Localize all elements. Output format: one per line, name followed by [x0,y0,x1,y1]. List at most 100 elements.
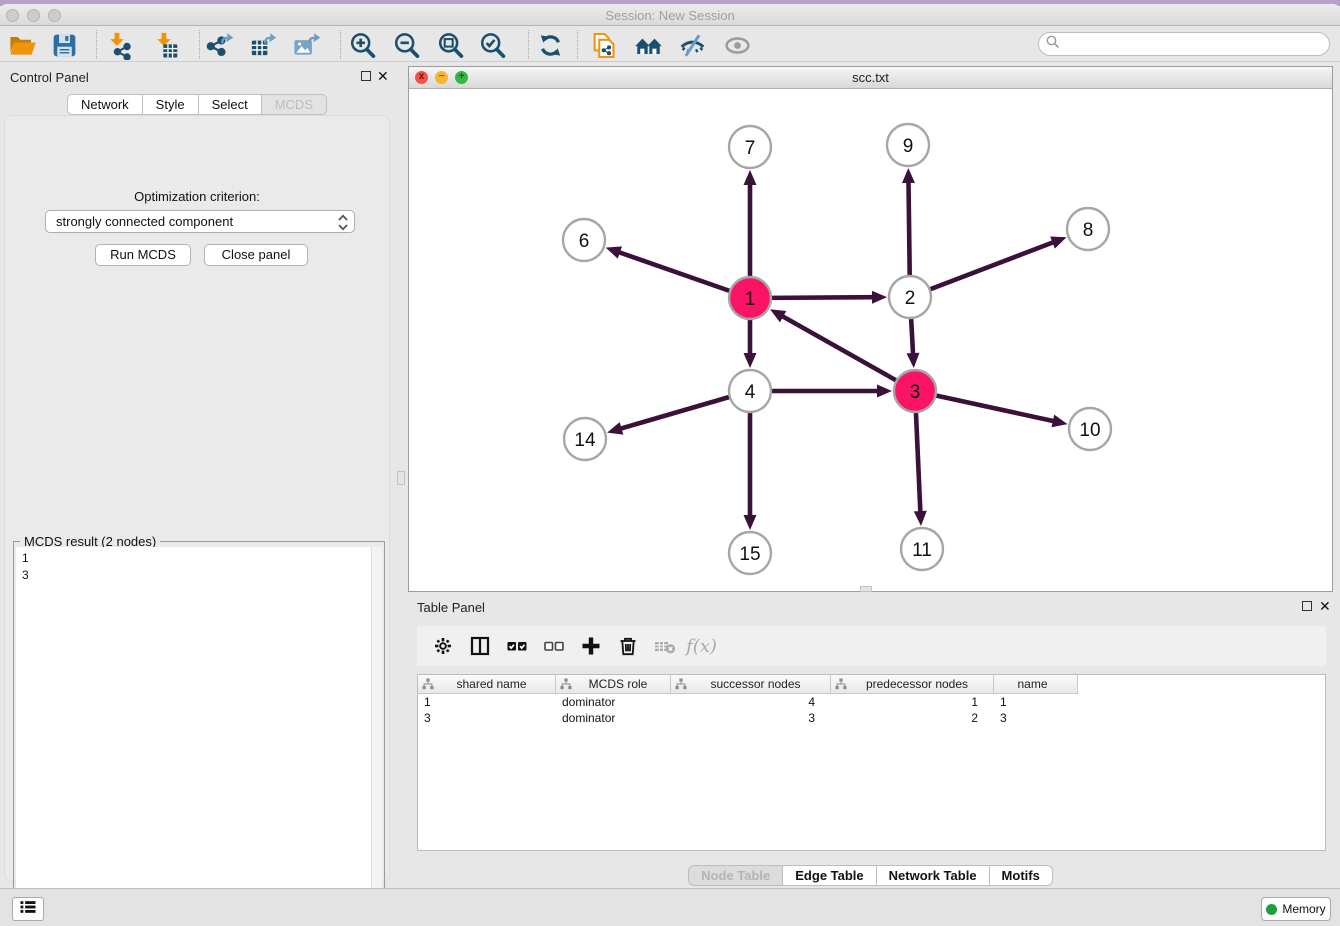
column-view-button[interactable] [461,630,498,662]
import-network-button[interactable] [101,29,137,61]
node-label-7: 7 [745,138,756,159]
show-all-button[interactable] [719,29,755,61]
close-panel-icon[interactable]: ✕ [377,68,389,85]
delete-table-button [646,630,683,662]
column-header-successor-nodes[interactable]: successor nodes [671,675,831,694]
float-table-panel-icon[interactable] [1302,601,1312,611]
zoom-selected-button[interactable] [474,29,510,61]
cell-MCDS-role[interactable]: dominator [556,694,671,710]
zoom-out-button[interactable] [388,29,424,61]
cell-predecessor-nodes[interactable]: 1 [831,694,994,710]
network-window-titlebar[interactable]: x − + scc.txt [409,67,1332,89]
tab-mcds[interactable]: MCDS [262,94,327,115]
network-window-title: scc.txt [409,70,1332,85]
edge-2-8[interactable] [931,242,1055,289]
dropdown-stepper-icon [337,214,349,231]
gear-icon [431,634,455,658]
hide-selected-button[interactable] [674,29,710,61]
node-label-2: 2 [905,288,916,309]
select-all-checks-button[interactable] [498,630,535,662]
result-line: 3 [22,567,376,584]
column-header-name[interactable]: name [994,675,1078,694]
zoom-fit-button[interactable] [432,29,468,61]
memory-button[interactable]: Memory [1261,897,1331,921]
export-image-button[interactable] [288,29,324,61]
edge-2-9[interactable] [908,181,909,275]
delete-table-icon [653,634,677,658]
arrowhead-1-6 [606,246,622,258]
export-network-button[interactable] [201,29,237,61]
table-row[interactable]: 3dominator323 [418,710,1325,726]
float-panel-icon[interactable] [361,71,371,81]
vertical-splitter-handle[interactable] [397,471,405,485]
column-header-predecessor-nodes[interactable]: predecessor nodes [831,675,994,694]
edge-4-14[interactable] [620,397,729,429]
ui-panels-menu-button[interactable] [12,897,44,921]
close-panel-button[interactable]: Close panel [204,244,308,266]
cell-name[interactable]: 3 [994,710,1078,726]
search-box[interactable] [1038,32,1330,56]
import-table-icon [152,31,181,60]
zoom-out-icon [392,31,421,60]
tab-style[interactable]: Style [143,94,199,115]
edge-3-10[interactable] [936,396,1054,422]
node-label-8: 8 [1083,220,1094,241]
edge-2-3[interactable] [911,319,913,355]
tab-network[interactable]: Network [67,94,143,115]
tab-select[interactable]: Select [199,94,262,115]
titlebar[interactable]: Session: New Session [0,4,1340,26]
column-header-shared-name[interactable]: shared name [418,675,556,694]
search-icon [1045,34,1061,55]
hide-selected-icon [678,31,707,60]
cell-shared-name[interactable]: 1 [418,694,556,710]
toolbar-divider [199,30,200,59]
delete-row-button[interactable] [609,630,646,662]
control-panel-title: Control Panel [10,70,89,85]
node-table[interactable]: shared nameMCDS rolesuccessor nodesprede… [417,674,1326,851]
cell-successor-nodes[interactable]: 4 [671,694,831,710]
network-graph[interactable]: 7968124314101511 [409,89,1332,591]
open-session-button[interactable] [4,29,40,61]
clone-network-button[interactable] [584,29,620,61]
table-row[interactable]: 1dominator411 [418,694,1325,710]
mcds-result-text[interactable]: 13 [16,547,382,916]
tab-edge-table[interactable]: Edge Table [783,865,876,886]
import-table-button[interactable] [148,29,184,61]
tab-network-table[interactable]: Network Table [877,865,990,886]
gear-button[interactable] [424,630,461,662]
run-mcds-button[interactable]: Run MCDS [95,244,191,266]
add-row-button[interactable] [572,630,609,662]
cell-shared-name[interactable]: 3 [418,710,556,726]
toolbar-divider [96,30,97,59]
result-line: 1 [22,550,376,567]
optimization-criterion-label: Optimization criterion: [5,189,389,204]
edge-3-11[interactable] [916,413,920,513]
cell-successor-nodes[interactable]: 3 [671,710,831,726]
first-neighbors-button[interactable] [630,29,666,61]
arrowhead-2-9 [902,168,915,183]
refresh-view-button[interactable] [532,29,568,61]
search-input[interactable] [1061,36,1329,52]
save-session-button[interactable] [46,29,82,61]
node-label-6: 6 [579,231,590,252]
cell-MCDS-role[interactable]: dominator [556,710,671,726]
cell-predecessor-nodes[interactable]: 2 [831,710,994,726]
result-scrollbar[interactable] [371,547,382,916]
zoom-in-button[interactable] [344,29,380,61]
close-table-panel-icon[interactable]: ✕ [1319,598,1331,615]
tab-motifs[interactable]: Motifs [990,865,1053,886]
function-builder-icon: f(x) [686,636,717,657]
mcds-panel: Optimization criterion: strongly connect… [4,115,390,882]
criterion-dropdown[interactable]: strongly connected component [45,210,355,233]
edge-1-6[interactable] [618,252,729,291]
edge-3-1[interactable] [781,316,895,381]
clear-checks-button[interactable] [535,630,572,662]
node-label-3: 3 [910,382,921,403]
cell-name[interactable]: 1 [994,694,1078,710]
network-view-window[interactable]: x − + scc.txt 7968124314101511 [408,66,1333,592]
column-header-MCDS-role[interactable]: MCDS role [556,675,671,694]
export-table-button[interactable] [244,29,280,61]
edge-1-2[interactable] [772,297,874,298]
horizontal-splitter-handle[interactable] [860,586,872,592]
tab-node-table[interactable]: Node Table [688,865,783,886]
